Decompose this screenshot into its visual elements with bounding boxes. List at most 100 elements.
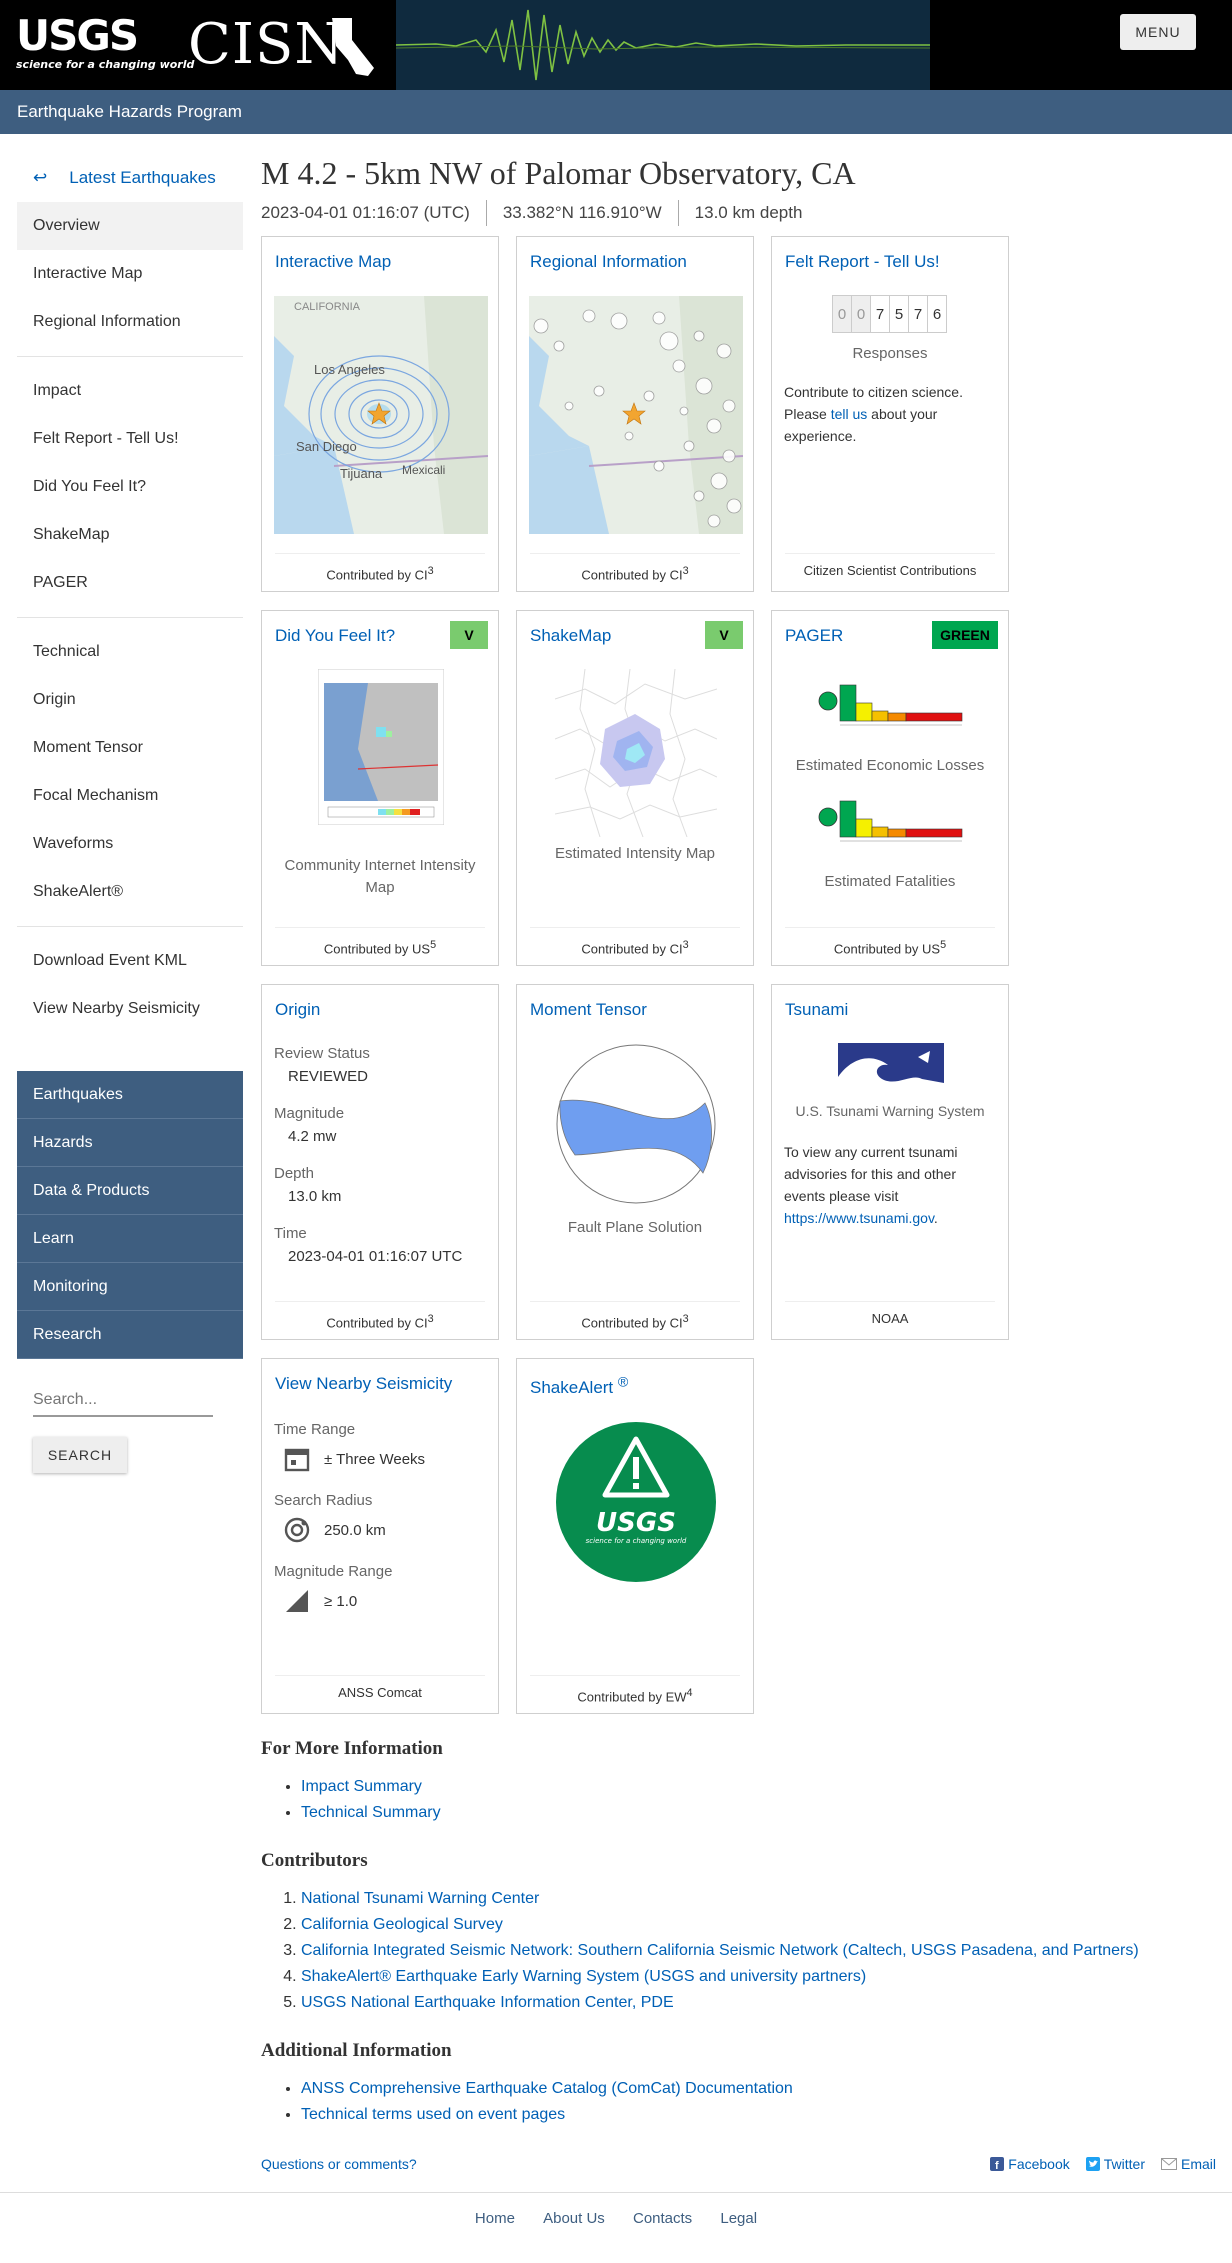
site-nav-hazards[interactable]: Hazards xyxy=(17,1119,243,1167)
site-nav-research[interactable]: Research xyxy=(17,1311,243,1359)
nav-technical[interactable]: Technical xyxy=(17,628,243,676)
nav-moment-tensor[interactable]: Moment Tensor xyxy=(17,724,243,772)
interactive-map-thumbnail[interactable]: CALIFORNIA Los Angeles San Diego Tijuana… xyxy=(274,296,488,534)
nav-impact[interactable]: Impact xyxy=(17,367,243,415)
email-label: Email xyxy=(1180,2156,1216,2172)
pager-card[interactable]: PAGER GREEN Estimated Economic Losses Es… xyxy=(771,610,1009,966)
contributor-link[interactable]: ShakeAlert® Earthquake Early Warning Sys… xyxy=(301,1968,866,1985)
origin-card[interactable]: Origin Review Status REVIEWED Magnitude … xyxy=(261,984,499,1340)
usgs-logo[interactable]: USGS science for a changing world xyxy=(16,11,194,72)
card-footer: Contributed by CI3 xyxy=(275,1301,485,1330)
felt-report-link[interactable]: Felt Report - Tell Us! xyxy=(785,252,940,271)
site-nav-learn[interactable]: Learn xyxy=(17,1215,243,1263)
interactive-map-card[interactable]: Interactive Map CALIFORNIA Los Angeles S… xyxy=(261,236,499,592)
shakemap-link[interactable]: ShakeMap xyxy=(530,626,611,645)
regional-map-thumbnail[interactable] xyxy=(529,296,743,534)
counter-digit: 5 xyxy=(889,295,909,333)
nav-divider xyxy=(17,617,243,618)
back-to-latest-link[interactable]: ↩ Latest Earthquakes xyxy=(17,154,243,202)
nav-download-kml[interactable]: Download Event KML xyxy=(17,937,243,985)
email-share-link[interactable]: Email xyxy=(1160,2156,1216,2172)
nearby-seismicity-card[interactable]: View Nearby Seismicity Time Range ± Thre… xyxy=(261,1358,499,1714)
impact-summary-link[interactable]: Impact Summary xyxy=(301,1778,422,1795)
nav-regional-information[interactable]: Regional Information xyxy=(17,298,243,346)
tsunami-caption: U.S. Tsunami Warning System xyxy=(795,1103,985,1119)
regional-information-link[interactable]: Regional Information xyxy=(530,252,687,271)
map-label-los-angeles: Los Angeles xyxy=(314,362,385,377)
pager-fatalities-histogram[interactable] xyxy=(818,797,964,851)
footer-about-link[interactable]: About Us xyxy=(543,2210,605,2227)
menu-button[interactable]: MENU xyxy=(1120,14,1196,50)
footer-home-link[interactable]: Home xyxy=(475,2210,515,2227)
comcat-docs-link[interactable]: ANSS Comprehensive Earthquake Catalog (C… xyxy=(301,2080,793,2097)
tsunami-card[interactable]: Tsunami U.S. Tsunami Warning System To v… xyxy=(771,984,1009,1340)
nav-felt-report[interactable]: Felt Report - Tell Us! xyxy=(17,415,243,463)
tell-us-link[interactable]: tell us xyxy=(831,406,868,422)
search-button[interactable]: SEARCH xyxy=(33,1437,127,1473)
search-input[interactable] xyxy=(33,1385,213,1417)
contributor-ref: 3 xyxy=(682,939,689,951)
technical-terms-link[interactable]: Technical terms used on event pages xyxy=(301,2106,565,2123)
facebook-share-link[interactable]: f Facebook xyxy=(990,2156,1070,2172)
contributor-link[interactable]: California Geological Survey xyxy=(301,1916,503,1933)
responses-label: Responses xyxy=(852,345,928,362)
nav-focal-mechanism[interactable]: Focal Mechanism xyxy=(17,772,243,820)
footer-legal-link[interactable]: Legal xyxy=(720,2210,757,2227)
nav-origin[interactable]: Origin xyxy=(17,676,243,724)
questions-link[interactable]: Questions or comments? xyxy=(261,2156,417,2172)
tsunami-link[interactable]: Tsunami xyxy=(785,1000,848,1019)
usgs-logo-text: USGS xyxy=(16,11,139,60)
nav-overview[interactable]: Overview xyxy=(17,202,243,250)
contributor-source: CI xyxy=(669,1315,683,1331)
dyfi-map-thumbnail[interactable] xyxy=(318,669,444,825)
twitter-label: Twitter xyxy=(1103,2156,1145,2172)
dyfi-caption: Community Internet Intensity Map xyxy=(284,857,476,896)
interactive-map-link[interactable]: Interactive Map xyxy=(275,252,391,271)
pager-fatalities-caption: Estimated Fatalities xyxy=(824,873,956,890)
origin-fields: Review Status REVIEWED Magnitude 4.2 mw … xyxy=(274,1045,486,1265)
nav-waveforms[interactable]: Waveforms xyxy=(17,820,243,868)
nav-shakealert[interactable]: ShakeAlert® xyxy=(17,868,243,916)
moment-tensor-card[interactable]: Moment Tensor Fault Plane Solution Contr… xyxy=(516,984,754,1340)
nearby-seismicity-link[interactable]: View Nearby Seismicity xyxy=(275,1374,452,1393)
shakemap-card[interactable]: ShakeMap V Estimated Intensity Map Contr… xyxy=(516,610,754,966)
felt-report-card[interactable]: Felt Report - Tell Us! 0 0 7 5 7 6 Respo… xyxy=(771,236,1009,592)
contributor-link[interactable]: USGS National Earthquake Information Cen… xyxy=(301,1994,674,2011)
nav-nearby-seismicity[interactable]: View Nearby Seismicity xyxy=(17,985,243,1033)
nav-pager[interactable]: PAGER xyxy=(17,559,243,607)
pager-link[interactable]: PAGER xyxy=(785,626,843,645)
site-nav-data-products[interactable]: Data & Products xyxy=(17,1167,243,1215)
site-nav-earthquakes[interactable]: Earthquakes xyxy=(17,1071,243,1119)
footer-divider xyxy=(0,2192,1232,2193)
pager-economic-histogram[interactable] xyxy=(818,681,964,735)
technical-summary-link[interactable]: Technical Summary xyxy=(301,1804,441,1821)
program-title[interactable]: Earthquake Hazards Program xyxy=(17,102,242,121)
nav-divider xyxy=(17,926,243,927)
event-depth: 13.0 km depth xyxy=(694,203,803,222)
moment-tensor-link[interactable]: Moment Tensor xyxy=(530,1000,647,1019)
site-nav-monitoring[interactable]: Monitoring xyxy=(17,1263,243,1311)
seismogram-banner xyxy=(395,0,931,90)
nav-interactive-map[interactable]: Interactive Map xyxy=(17,250,243,298)
shakealert-logo[interactable]: USGS science for a changing world xyxy=(555,1421,717,1583)
nav-shakemap[interactable]: ShakeMap xyxy=(17,511,243,559)
dyfi-card[interactable]: Did You Feel It? V Community Internet In… xyxy=(261,610,499,966)
card-footer: Contributed by US5 xyxy=(785,927,995,956)
regional-information-card[interactable]: Regional Information Contributed by CI3 xyxy=(516,236,754,592)
shakealert-card[interactable]: ShakeAlert ® USGS science for a changing… xyxy=(516,1358,754,1714)
contributor-link[interactable]: California Integrated Seismic Network: S… xyxy=(301,1942,1139,1959)
origin-link[interactable]: Origin xyxy=(275,1000,320,1019)
dyfi-intensity-badge: V xyxy=(450,621,488,649)
shakealert-link[interactable]: ShakeAlert ® xyxy=(530,1374,628,1397)
tsunami-gov-link[interactable]: https://www.tsunami.gov xyxy=(784,1210,934,1226)
list-item: California Geological Survey xyxy=(301,1912,1211,1938)
shakemap-thumbnail[interactable] xyxy=(555,669,717,837)
twitter-share-link[interactable]: Twitter xyxy=(1085,2156,1145,2172)
nav-dyfi[interactable]: Did You Feel It? xyxy=(17,463,243,511)
contributor-link[interactable]: National Tsunami Warning Center xyxy=(301,1890,539,1907)
footer-contacts-link[interactable]: Contacts xyxy=(633,2210,692,2227)
contributor-ref: 5 xyxy=(940,939,947,951)
beachball-icon[interactable] xyxy=(555,1043,717,1205)
cisn-logo[interactable]: CISN xyxy=(188,12,344,77)
dyfi-link[interactable]: Did You Feel It? xyxy=(275,626,395,645)
